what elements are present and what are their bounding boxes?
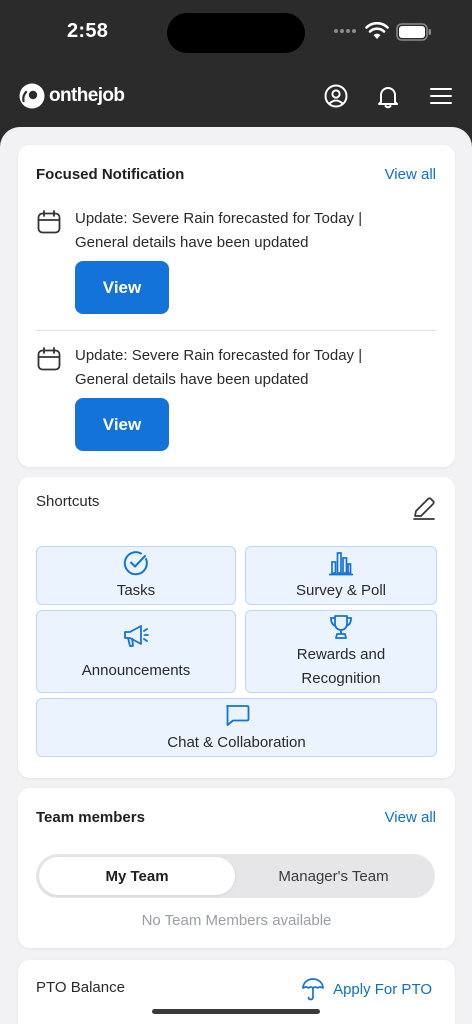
hamburger-menu-icon[interactable]	[428, 83, 454, 109]
megaphone-icon	[124, 624, 149, 647]
app-logo[interactable]: onthejob	[19, 83, 125, 109]
calendar-icon	[37, 210, 61, 234]
notification-view-button[interactable]: View	[75, 398, 169, 451]
shortcut-rewards-recognition[interactable]: Rewards and Recognition	[245, 610, 437, 693]
chat-icon	[225, 704, 249, 726]
user-search-icon[interactable]	[323, 83, 349, 109]
shortcut-label: Rewards and Recognition	[296, 645, 386, 687]
shortcuts-title: Shortcuts	[36, 493, 100, 510]
shortcut-chat-collaboration[interactable]: Chat & Collaboration	[36, 698, 437, 757]
team-members-view-all-link[interactable]: View all	[385, 809, 436, 826]
notification-item: Update: Severe Rain forecasted for Today…	[36, 344, 436, 456]
shortcut-survey-poll[interactable]: Survey & Poll	[245, 546, 437, 605]
wifi-icon	[365, 22, 389, 39]
calendar-icon	[37, 347, 61, 371]
notifications-view-all-link[interactable]: View all	[385, 166, 436, 183]
dynamic-island	[167, 13, 305, 53]
edit-pencil-icon[interactable]	[411, 495, 437, 521]
tab-my-team[interactable]: My Team	[39, 857, 235, 895]
shortcuts-card: Shortcuts Tasks Survey & Poll Announceme…	[18, 477, 455, 778]
pto-balance-title: PTO Balance	[36, 979, 125, 996]
shortcut-tasks[interactable]: Tasks	[36, 546, 236, 605]
shortcut-announcements[interactable]: Announcements	[36, 610, 236, 693]
umbrella-icon	[302, 978, 324, 1001]
team-members-title: Team members	[36, 809, 145, 826]
status-time: 2:58	[67, 20, 109, 42]
status-bar: 2:58	[0, 0, 472, 64]
app-header: onthejob	[0, 64, 472, 128]
focused-notification-card: Focused Notification View all Update: Se…	[18, 145, 455, 467]
notification-divider	[36, 330, 436, 331]
team-members-card: Team members View all My Team Manager's …	[18, 788, 455, 948]
logo-mark-icon	[19, 83, 45, 109]
notification-item: Update: Severe Rain forecasted for Today…	[36, 207, 436, 319]
trophy-icon	[330, 614, 352, 639]
tab-managers-team[interactable]: Manager's Team	[235, 857, 432, 895]
shortcut-label: Survey & Poll	[295, 581, 387, 599]
battery-icon	[396, 23, 431, 41]
logo-text: onthejob	[49, 85, 125, 106]
main-content[interactable]: Focused Notification View all Update: Se…	[0, 127, 472, 1024]
bell-icon[interactable]	[375, 83, 401, 109]
check-circle-icon	[123, 550, 148, 575]
home-indicator	[152, 1009, 320, 1014]
shortcut-label: Tasks	[116, 581, 156, 599]
signal-icon	[334, 29, 356, 33]
notification-view-button[interactable]: View	[75, 261, 169, 314]
focused-notification-title: Focused Notification	[36, 166, 185, 183]
team-empty-message: No Team Members available	[141, 912, 332, 929]
bar-chart-icon	[329, 551, 353, 575]
apply-pto-button[interactable]: Apply For PTO	[301, 977, 432, 1001]
apply-pto-label: Apply For PTO	[333, 980, 432, 998]
pto-balance-card: PTO Balance Apply For PTO	[18, 960, 455, 1024]
team-segmented-control: My Team Manager's Team	[36, 854, 435, 898]
notification-text: Update: Severe Rain forecasted for Today…	[75, 210, 363, 251]
notification-text: Update: Severe Rain forecasted for Today…	[75, 347, 363, 388]
shortcut-label: Chat & Collaboration	[167, 733, 306, 751]
shortcut-label: Announcements	[81, 661, 191, 679]
